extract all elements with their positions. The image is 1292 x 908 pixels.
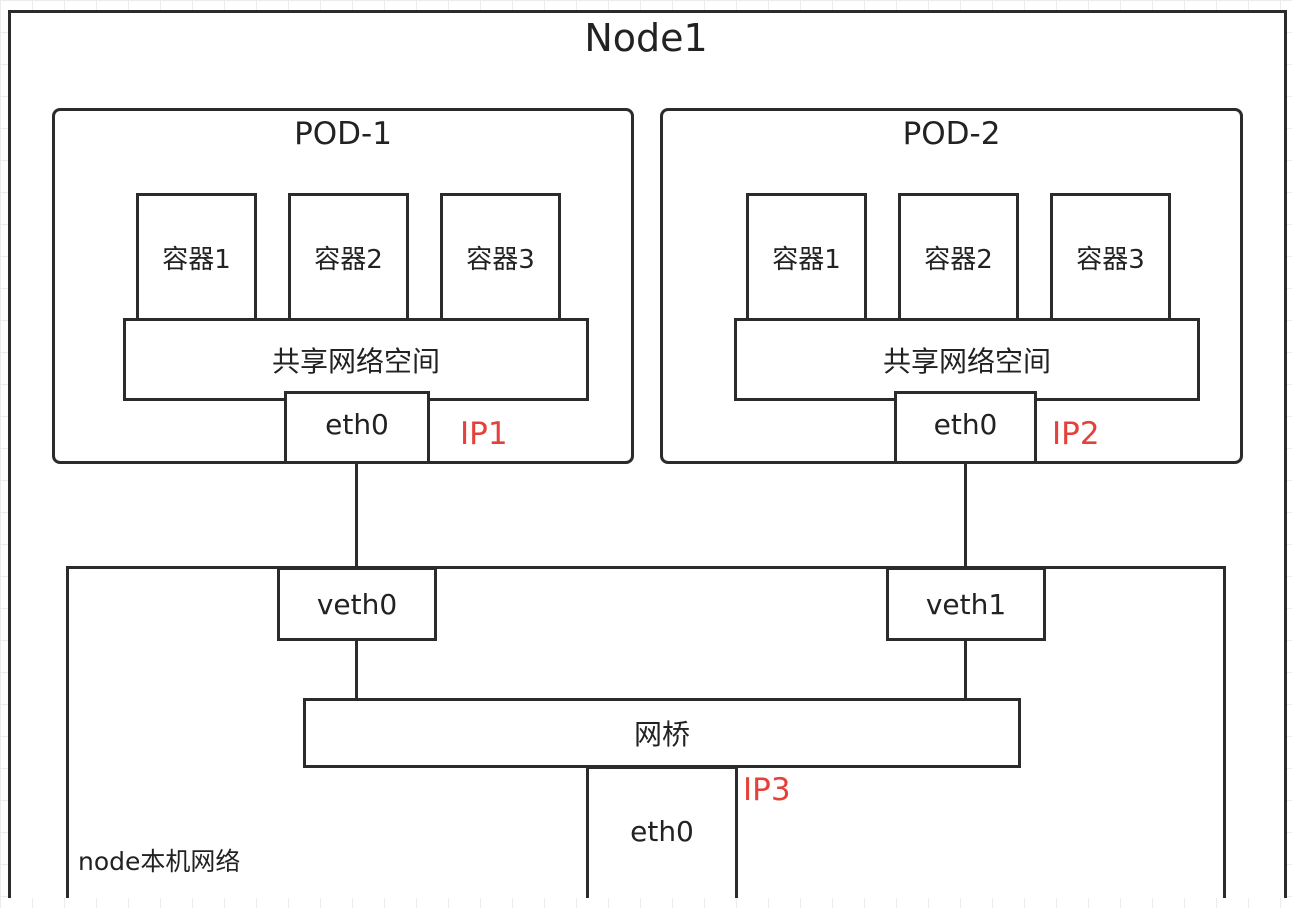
pod-2-shared-namespace: 共享网络空间 xyxy=(734,318,1200,401)
container-label: 容器3 xyxy=(466,244,535,275)
container-label: 容器3 xyxy=(1076,244,1145,275)
pod-1-container-1: 容器1 xyxy=(136,193,257,321)
veth1-interface: veth1 xyxy=(886,567,1046,641)
iface-label: eth0 xyxy=(325,408,389,441)
pod-1-ip-label: IP1 xyxy=(460,416,508,452)
bridge-box: 网桥 xyxy=(303,698,1021,768)
host-eth0: eth0 xyxy=(586,766,738,898)
pod-2-title: POD-2 xyxy=(902,116,1001,152)
veth-label: veth0 xyxy=(316,587,398,621)
pod-1-eth0: eth0 xyxy=(284,391,430,464)
pod-2-container-2: 容器2 xyxy=(898,193,1019,321)
pod-1-container-3: 容器3 xyxy=(440,193,561,321)
pod-1-shared-namespace: 共享网络空间 xyxy=(123,318,589,401)
pod-2-ip-label: IP2 xyxy=(1052,416,1100,452)
pod-2-container-1: 容器1 xyxy=(746,193,867,321)
shared-namespace-label: 共享网络空间 xyxy=(882,344,1051,378)
node-title: Node1 xyxy=(584,16,708,60)
pod-1-title: POD-1 xyxy=(294,116,392,152)
container-label: 容器1 xyxy=(772,244,841,275)
node-local-network-label: node本机网络 xyxy=(78,847,241,876)
shared-namespace-label: 共享网络空间 xyxy=(271,344,440,378)
pod-1-container-2: 容器2 xyxy=(288,193,409,321)
bridge-label: 网桥 xyxy=(633,718,690,751)
veth0-interface: veth0 xyxy=(277,567,437,641)
pod-1-to-veth0-line xyxy=(355,464,358,569)
pod-2-eth0: eth0 xyxy=(894,391,1037,464)
container-label: 容器1 xyxy=(162,244,231,275)
iface-label: eth0 xyxy=(933,408,998,441)
veth-label: veth1 xyxy=(925,587,1007,621)
pod-2-container-3: 容器3 xyxy=(1050,193,1171,321)
pod-2-to-veth1-line xyxy=(964,464,967,569)
host-ip-label: IP3 xyxy=(743,772,791,808)
iface-label: eth0 xyxy=(630,815,694,848)
container-label: 容器2 xyxy=(314,244,383,275)
container-label: 容器2 xyxy=(924,244,993,275)
